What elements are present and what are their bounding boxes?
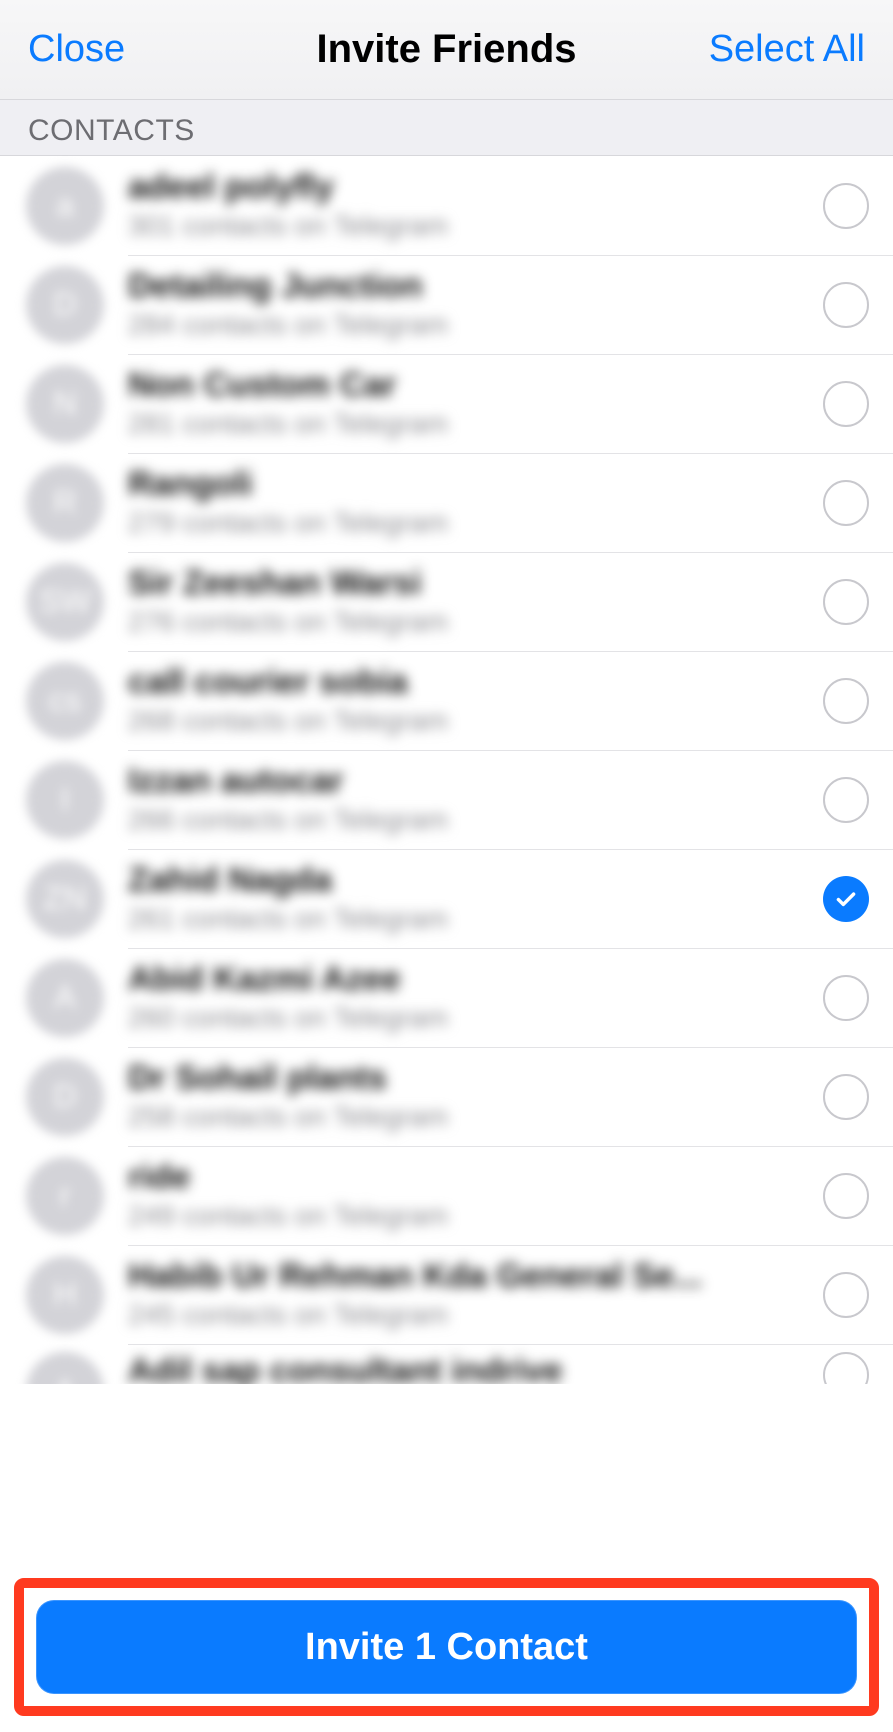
contact-avatar: I	[26, 761, 104, 839]
contact-subtitle: 284 contacts on Telegram	[128, 307, 811, 342]
contact-name: Non Custom Car	[128, 366, 811, 405]
checkbox-unchecked[interactable]	[823, 381, 869, 427]
contact-name: Rangoli	[128, 465, 811, 504]
contact-text: Adil sap consultant indrive	[128, 1352, 811, 1384]
contact-text: Habib Ur Rehman Kda General Se...245 con…	[128, 1257, 811, 1331]
contact-avatar: A	[26, 1352, 104, 1384]
contact-row[interactable]: rride249 contacts on Telegram	[0, 1146, 893, 1245]
contact-row[interactable]: D Dr Sohail plants258 contacts on Telegra…	[0, 1047, 893, 1146]
contact-subtitle: 261 contacts on Telegram	[128, 901, 811, 936]
contacts-list: aadeel polyfly301 contacts on TelegramDD…	[0, 156, 893, 1384]
contact-subtitle: 301 contacts on Telegram	[128, 208, 811, 243]
checkbox-unchecked[interactable]	[823, 1272, 869, 1318]
contact-row[interactable]: SW Sir Zeeshan Warsi276 contacts on Teleg…	[0, 552, 893, 651]
contact-row[interactable]: ZN Zahid Nagda261 contacts on Telegram	[0, 849, 893, 948]
contact-name: Sir Zeeshan Warsi	[128, 564, 811, 603]
contact-subtitle: 245 contacts on Telegram	[128, 1297, 811, 1332]
contact-name: Zahid Nagda	[128, 861, 811, 900]
select-all-button[interactable]: Select All	[709, 28, 865, 71]
contact-subtitle: 279 contacts on Telegram	[128, 505, 811, 540]
checkbox-unchecked[interactable]	[823, 678, 869, 724]
contact-name: Izzan autocar	[128, 762, 811, 801]
contacts-section-label: CONTACTS	[0, 100, 893, 156]
contact-text: Zahid Nagda261 contacts on Telegram	[128, 861, 811, 935]
invite-contacts-button[interactable]: Invite 1 Contact	[36, 1600, 857, 1694]
contact-subtitle: 249 contacts on Telegram	[128, 1198, 811, 1233]
contact-name: Detailing Junction	[128, 267, 811, 306]
close-button[interactable]: Close	[28, 28, 125, 71]
contact-subtitle: 281 contacts on Telegram	[128, 406, 811, 441]
contact-name: Habib Ur Rehman Kda General Se...	[128, 1257, 811, 1296]
contact-text: Non Custom Car281 contacts on Telegram	[128, 366, 811, 440]
contact-text: ride249 contacts on Telegram	[128, 1158, 811, 1232]
contact-subtitle: 266 contacts on Telegram	[128, 802, 811, 837]
contact-subtitle: 276 contacts on Telegram	[128, 604, 811, 639]
checkbox-checked[interactable]	[823, 876, 869, 922]
contact-name: ride	[128, 1158, 811, 1197]
contact-avatar: D	[26, 1058, 104, 1136]
checkbox-unchecked[interactable]	[823, 975, 869, 1021]
contact-text: call courier sobia268 contacts on Telegr…	[128, 663, 811, 737]
contact-avatar: A	[26, 959, 104, 1037]
contact-avatar: cs	[26, 662, 104, 740]
contact-name: adeel polyfly	[128, 168, 811, 207]
contact-avatar: N	[26, 365, 104, 443]
contact-avatar: a	[26, 167, 104, 245]
checkmark-icon	[833, 886, 859, 912]
contact-name: call courier sobia	[128, 663, 811, 702]
contact-row[interactable]: I Izzan autocar266 contacts on Telegram	[0, 750, 893, 849]
contact-row[interactable]: cs call courier sobia268 contacts on Tele…	[0, 651, 893, 750]
contact-text: Rangoli279 contacts on Telegram	[128, 465, 811, 539]
checkbox-unchecked[interactable]	[823, 1352, 869, 1384]
contact-text: adeel polyfly301 contacts on Telegram	[128, 168, 811, 242]
contact-text: Sir Zeeshan Warsi276 contacts on Telegra…	[128, 564, 811, 638]
tutorial-highlight-frame: Invite 1 Contact	[14, 1578, 879, 1716]
contact-name: Abid Kazmi Azee	[128, 960, 811, 999]
contact-text: Detailing Junction284 contacts on Telegr…	[128, 267, 811, 341]
contact-avatar: SW	[26, 563, 104, 641]
checkbox-unchecked[interactable]	[823, 1074, 869, 1120]
checkbox-unchecked[interactable]	[823, 777, 869, 823]
contact-row[interactable]: A Adil sap consultant indrive	[0, 1344, 893, 1384]
contact-row[interactable]: H Habib Ur Rehman Kda General Se...245 co…	[0, 1245, 893, 1344]
contact-row[interactable]: N Non Custom Car281 contacts on Telegram	[0, 354, 893, 453]
modal-title: Invite Friends	[316, 27, 576, 72]
contact-subtitle: 268 contacts on Telegram	[128, 703, 811, 738]
contact-row[interactable]: a adeel polyfly301 contacts on Telegram	[0, 156, 893, 255]
bottom-bar: Invite 1 Contact	[0, 1564, 893, 1732]
contact-avatar: ZN	[26, 860, 104, 938]
checkbox-unchecked[interactable]	[823, 1173, 869, 1219]
contact-row[interactable]: A Abid Kazmi Azee260 contacts on Telegram	[0, 948, 893, 1047]
contact-subtitle: 260 contacts on Telegram	[128, 1000, 811, 1035]
checkbox-unchecked[interactable]	[823, 480, 869, 526]
contact-avatar: R	[26, 464, 104, 542]
checkbox-unchecked[interactable]	[823, 579, 869, 625]
contact-text: Izzan autocar266 contacts on Telegram	[128, 762, 811, 836]
modal-header: Close Invite Friends Select All	[0, 0, 893, 100]
contact-avatar: D	[26, 266, 104, 344]
checkbox-unchecked[interactable]	[823, 183, 869, 229]
contact-name: Dr Sohail plants	[128, 1059, 811, 1098]
contact-text: Abid Kazmi Azee260 contacts on Telegram	[128, 960, 811, 1034]
checkbox-unchecked[interactable]	[823, 282, 869, 328]
contact-row[interactable]: D Detailing Junction284 contacts on Teleg…	[0, 255, 893, 354]
contact-subtitle: 258 contacts on Telegram	[128, 1099, 811, 1134]
contact-avatar: H	[26, 1256, 104, 1334]
contact-text: Dr Sohail plants258 contacts on Telegram	[128, 1059, 811, 1133]
contact-avatar: r	[26, 1157, 104, 1235]
contact-row[interactable]: R Rangoli279 contacts on Telegram	[0, 453, 893, 552]
contact-name: Adil sap consultant indrive	[128, 1352, 811, 1384]
